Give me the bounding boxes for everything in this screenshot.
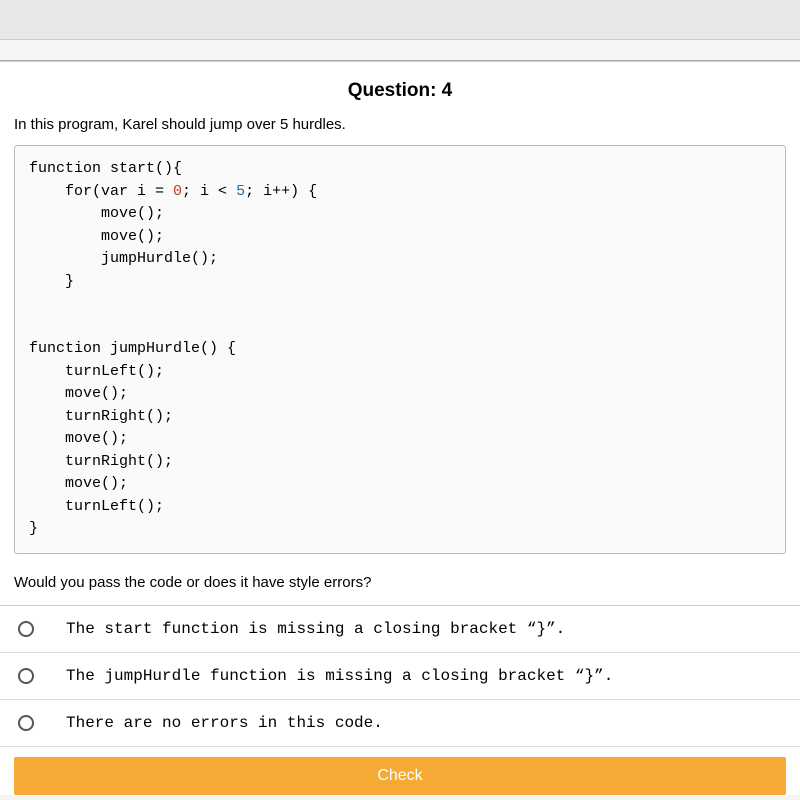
option-label: The start function is missing a closing …: [66, 620, 565, 638]
radio-icon[interactable]: [18, 715, 34, 731]
code-line: turnLeft();: [29, 498, 164, 515]
option-3[interactable]: There are no errors in this code.: [0, 700, 800, 747]
question-panel: Question: 4 In this program, Karel shoul…: [0, 61, 800, 795]
code-line: }: [29, 520, 38, 537]
options-list: The start function is missing a closing …: [0, 605, 800, 747]
code-line: turnRight();: [29, 453, 173, 470]
code-line: move();: [29, 475, 128, 492]
code-line: turnRight();: [29, 408, 173, 425]
option-label: The jumpHurdle function is missing a clo…: [66, 667, 613, 685]
code-number-zero: 0: [173, 183, 182, 200]
option-1[interactable]: The start function is missing a closing …: [0, 606, 800, 653]
code-line: move();: [29, 385, 128, 402]
code-line: move();: [29, 205, 164, 222]
code-line: move();: [29, 228, 164, 245]
code-line: ; i++) {: [245, 183, 317, 200]
check-button[interactable]: Check: [14, 757, 786, 795]
sub-prompt: Would you pass the code or does it have …: [0, 564, 800, 605]
question-prompt: In this program, Karel should jump over …: [0, 116, 800, 145]
option-2[interactable]: The jumpHurdle function is missing a clo…: [0, 653, 800, 700]
radio-icon[interactable]: [18, 621, 34, 637]
radio-icon[interactable]: [18, 668, 34, 684]
code-line: function start(){: [29, 160, 182, 177]
code-line: }: [29, 273, 74, 290]
question-title: Question: 4: [0, 62, 800, 116]
top-toolbar: [0, 0, 800, 40]
code-line: move();: [29, 430, 128, 447]
code-block: function start(){ for(var i = 0; i < 5; …: [14, 145, 786, 554]
code-number-five: 5: [236, 183, 245, 200]
code-line: for(var i =: [29, 183, 173, 200]
code-line: ; i <: [182, 183, 236, 200]
code-line: jumpHurdle();: [29, 250, 218, 267]
code-line: function jumpHurdle() {: [29, 340, 236, 357]
option-label: There are no errors in this code.: [66, 714, 383, 732]
code-line: turnLeft();: [29, 363, 164, 380]
